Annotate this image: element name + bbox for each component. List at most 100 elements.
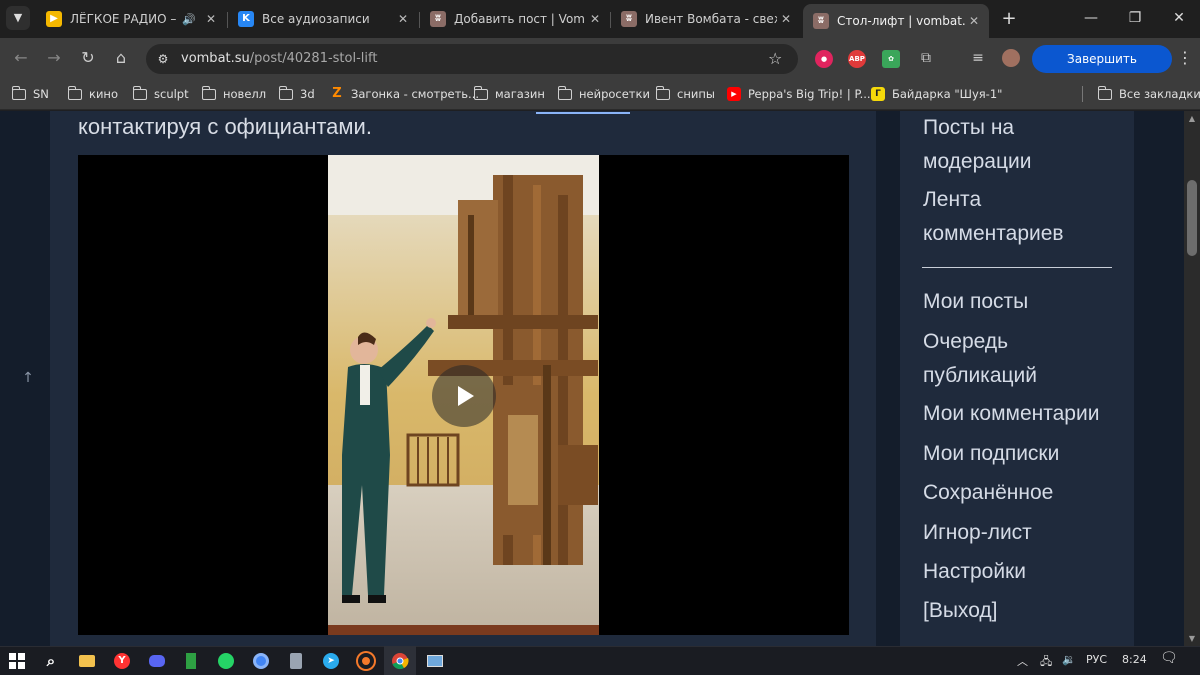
whatsapp-icon[interactable]: [215, 650, 237, 672]
bookmark-folder-magazin[interactable]: магазин: [473, 84, 545, 104]
url-text[interactable]: vombat.su/post/40281-stol-lift: [181, 51, 377, 66]
tray-chevron-icon[interactable]: ︿: [1017, 653, 1028, 669]
sidebar-link-queue[interactable]: Очередь публикаций: [923, 325, 1073, 393]
bookmark-folder-novell[interactable]: новелл: [201, 84, 266, 104]
bookmark-folder-snipy[interactable]: снипы: [655, 84, 715, 104]
bookmark-peppa[interactable]: ▶ Peppa's Big Trip! | P...: [727, 84, 871, 104]
minimize-button[interactable]: —: [1074, 6, 1108, 30]
arrow-up-icon: ↑: [22, 370, 34, 386]
arrow-left-icon: ←: [14, 48, 28, 67]
sidebar-link-moderation[interactable]: Посты на модерации: [923, 111, 1073, 179]
bookmark-folder-neiroseti[interactable]: нейросетки: [557, 84, 650, 104]
media-queue-icon: ≡: [972, 50, 984, 66]
menu-icon[interactable]: ⋮: [1177, 48, 1193, 67]
scroll-down-arrow[interactable]: ▼: [1184, 634, 1200, 643]
vk-icon: K: [238, 11, 254, 27]
media-control-button[interactable]: ≡: [966, 46, 990, 70]
reload-icon: ↻: [81, 48, 95, 67]
sidebar-link-settings[interactable]: Настройки: [923, 555, 1026, 589]
adblock-icon[interactable]: ABP: [848, 50, 866, 68]
scrollbar-thumb[interactable]: [1187, 180, 1197, 256]
url-path: /post/40281-stol-lift: [249, 51, 378, 66]
tab-radio[interactable]: ▶ ЛЁГКОЕ РАДИО – сл 🔊 ✕: [36, 4, 226, 34]
reload-button[interactable]: ↻: [76, 46, 100, 70]
sidebar-link-subscriptions[interactable]: Мои подписки: [923, 437, 1059, 471]
color-extension-icon[interactable]: ✿: [882, 50, 900, 68]
photos-icon[interactable]: [424, 650, 446, 672]
home-button[interactable]: ⌂: [109, 46, 133, 70]
calculator-icon[interactable]: [285, 650, 307, 672]
bookmark-zagonka[interactable]: Z Загонка - смотреть...: [330, 84, 479, 104]
close-icon: ✕: [1173, 10, 1185, 26]
sidebar-link-comments-feed[interactable]: Лента комментариев: [923, 183, 1103, 251]
language-indicator[interactable]: РУС: [1086, 653, 1107, 666]
home-icon: ⌂: [115, 48, 127, 67]
bookmark-star-icon[interactable]: ☆: [768, 49, 782, 68]
plus-icon: +: [1001, 8, 1017, 29]
chevron-down-icon: ▼: [13, 11, 23, 24]
play-button[interactable]: [432, 365, 496, 427]
tab-search-button[interactable]: ▼: [6, 6, 30, 30]
scroll-to-top-button[interactable]: ↑: [18, 370, 38, 390]
minimize-icon: —: [1084, 10, 1098, 26]
sidebar-link-logout[interactable]: [Выход]: [923, 594, 998, 628]
sidebar-link-ignore-list[interactable]: Игнор-лист: [923, 516, 1032, 550]
bookmark-folder-sn[interactable]: SN: [11, 84, 49, 104]
new-tab-button[interactable]: +: [998, 8, 1020, 30]
site-info-icon[interactable]: ⚙: [154, 50, 172, 68]
arrow-right-icon: →: [47, 48, 61, 67]
search-icon[interactable]: ⌕: [40, 650, 62, 672]
bookmark-label: нейросетки: [579, 87, 650, 101]
tab-title: Стол-лифт | vombat.su: [837, 14, 965, 28]
blender-icon[interactable]: [355, 650, 377, 672]
app-green-icon[interactable]: [180, 650, 202, 672]
bookmark-label: Все закладки: [1119, 87, 1200, 101]
sidebar-link-my-comments[interactable]: Мои комментарии: [923, 397, 1099, 431]
tab-event[interactable]: ʬ Ивент Вомбата - свежие ✕: [611, 4, 801, 34]
close-icon[interactable]: ✕: [394, 12, 412, 26]
scroll-up-arrow[interactable]: ▲: [1184, 114, 1200, 123]
app-blue-icon[interactable]: [250, 650, 272, 672]
file-explorer-icon[interactable]: [76, 650, 98, 672]
restore-button[interactable]: ❐: [1118, 6, 1152, 30]
notifications-icon[interactable]: 🗨: [1160, 650, 1178, 666]
close-icon[interactable]: ✕: [965, 14, 983, 28]
telegram-icon[interactable]: ➤: [320, 650, 342, 672]
record-extension-icon[interactable]: ●: [815, 50, 833, 68]
tab-add-post[interactable]: ʬ Добавить пост | Vombat ✕: [420, 4, 610, 34]
finish-update-button[interactable]: Завершить обновление: [1032, 45, 1172, 94]
chrome-icon[interactable]: [389, 650, 411, 672]
bookmark-baidarka[interactable]: Г Байдарка "Шуя-1": [871, 84, 1002, 104]
clock[interactable]: 8:24: [1122, 653, 1147, 666]
back-button[interactable]: ←: [9, 46, 33, 70]
close-icon[interactable]: ✕: [586, 12, 604, 26]
extensions-button[interactable]: ⧉: [914, 46, 938, 70]
tab-vk-audio[interactable]: K Все аудиозаписи ✕: [228, 4, 418, 34]
close-icon[interactable]: ✕: [202, 12, 220, 26]
bookmark-folder-kino[interactable]: кино: [67, 84, 118, 104]
folder-icon: [132, 85, 147, 100]
folder-icon: [11, 85, 26, 100]
close-icon[interactable]: ✕: [777, 12, 795, 26]
tab-stol-lift[interactable]: ʬ Стол-лифт | vombat.su ✕: [803, 4, 989, 38]
profile-button[interactable]: [999, 46, 1023, 70]
sidebar-link-saved[interactable]: Сохранённое: [923, 476, 1053, 510]
speaker-icon[interactable]: 🔊: [182, 13, 196, 26]
bookmark-folder-sculpt[interactable]: sculpt: [132, 84, 189, 104]
folder-icon: [278, 85, 293, 100]
bookmarks-separator: [1082, 86, 1083, 102]
discord-icon[interactable]: [146, 650, 168, 672]
vombat-icon: ʬ: [430, 11, 446, 27]
folder-icon: [1097, 85, 1112, 100]
all-bookmarks-button[interactable]: Все закладки: [1097, 84, 1200, 104]
bookmark-label: Байдарка "Шуя-1": [892, 87, 1003, 101]
close-window-button[interactable]: ✕: [1162, 6, 1196, 30]
tab-title: Все аудиозаписи: [262, 12, 370, 26]
sidebar-link-my-posts[interactable]: Мои посты: [923, 285, 1028, 319]
volume-icon[interactable]: 🔉: [1062, 653, 1076, 666]
forward-button[interactable]: →: [42, 46, 66, 70]
network-icon[interactable]: 🖧: [1040, 653, 1052, 672]
start-icon[interactable]: [6, 650, 28, 672]
yandex-browser-icon[interactable]: Y: [111, 650, 133, 672]
bookmark-folder-3d[interactable]: 3d: [278, 84, 315, 104]
